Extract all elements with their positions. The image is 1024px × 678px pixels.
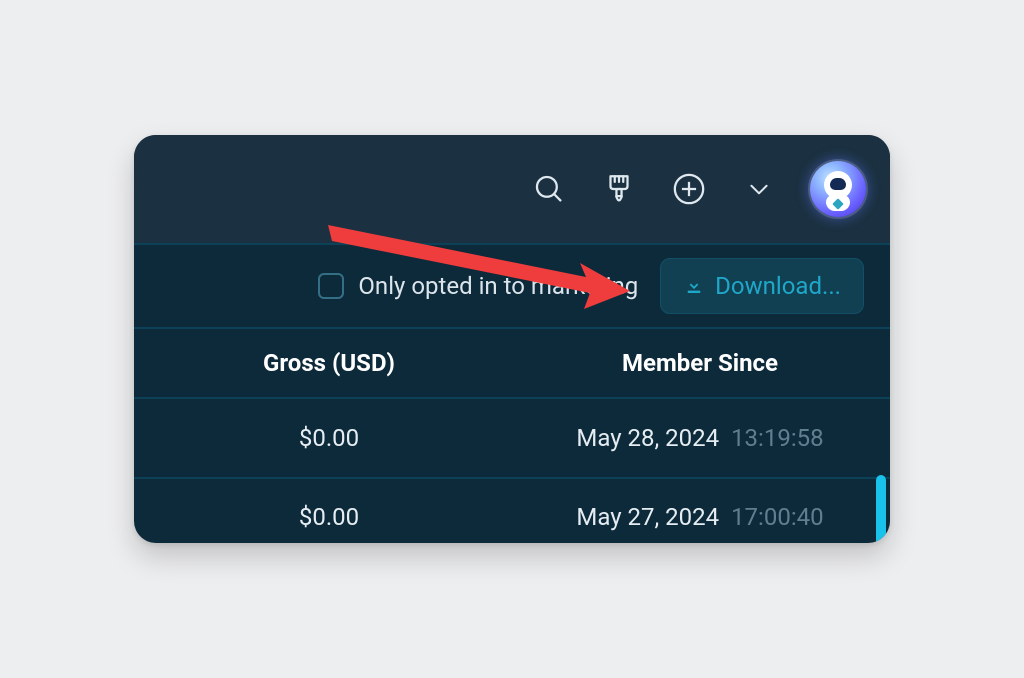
download-button[interactable]: Download... <box>660 258 864 314</box>
table-row[interactable]: $0.00 May 28, 2024 13:19:58 <box>134 399 890 477</box>
scrollbar-thumb[interactable] <box>876 475 886 543</box>
download-icon <box>683 275 705 297</box>
checkbox-box <box>318 273 344 299</box>
marketing-optin-checkbox[interactable]: Only opted in to marketing <box>318 272 638 300</box>
checkbox-label: Only opted in to marketing <box>358 272 638 300</box>
table-header-row: Gross (USD) Member Since <box>134 329 890 399</box>
table-header-gross: Gross (USD) <box>134 349 524 377</box>
table-body: $0.00 May 28, 2024 13:19:58 $0.00 May 27… <box>134 399 890 543</box>
cell-gross: $0.00 <box>134 503 524 531</box>
table-header-since: Member Since <box>524 349 890 377</box>
since-time: 17:00:40 <box>731 503 824 531</box>
top-toolbar <box>134 135 890 243</box>
admin-panel-card: Only opted in to marketing Download... G… <box>134 135 890 543</box>
cell-since: May 27, 2024 17:00:40 <box>524 503 890 531</box>
since-time: 13:19:58 <box>731 424 824 452</box>
chevron-down-icon[interactable] <box>740 170 778 208</box>
search-icon[interactable] <box>530 170 568 208</box>
table-row[interactable]: $0.00 May 27, 2024 17:00:40 <box>134 477 890 543</box>
cell-since: May 28, 2024 13:19:58 <box>524 424 890 452</box>
since-date: May 27, 2024 <box>576 503 719 531</box>
avatar[interactable] <box>810 161 866 217</box>
add-icon[interactable] <box>670 170 708 208</box>
cell-gross: $0.00 <box>134 424 524 452</box>
since-date: May 28, 2024 <box>576 424 719 452</box>
filter-bar: Only opted in to marketing Download... <box>134 243 890 329</box>
download-label: Download... <box>715 272 841 300</box>
brush-icon[interactable] <box>600 170 638 208</box>
